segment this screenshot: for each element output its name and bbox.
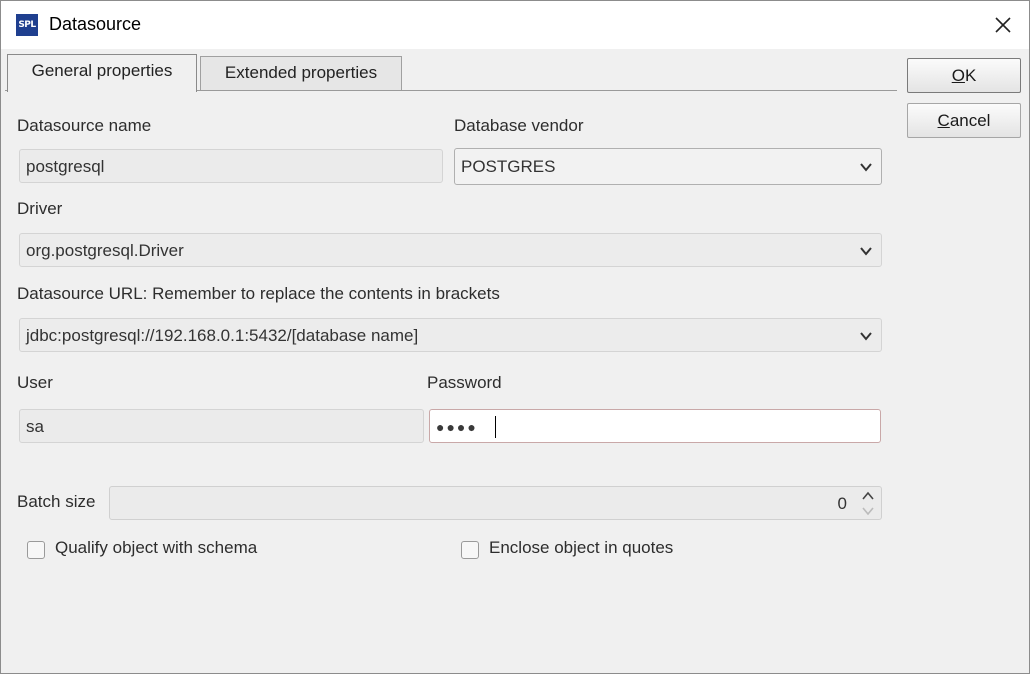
close-button[interactable] — [987, 9, 1019, 41]
password-label: Password — [427, 373, 502, 392]
chevron-down-icon — [860, 332, 872, 341]
database-vendor-value: POSTGRES — [461, 157, 556, 176]
ok-mnemonic: O — [951, 66, 965, 85]
datasource-url-select[interactable]: jdbc:postgresql://192.168.0.1:5432/[data… — [19, 318, 882, 352]
chevron-up-icon[interactable] — [859, 489, 877, 503]
driver-value: org.postgresql.Driver — [26, 241, 184, 260]
title-bar: SPL Datasource — [1, 1, 1029, 49]
password-field[interactable]: ●●●● — [429, 409, 881, 443]
user-label: User — [17, 373, 53, 392]
chevron-down-icon — [860, 163, 872, 172]
cancel-mnemonic: C — [937, 111, 950, 130]
close-icon — [995, 17, 1011, 33]
user-value: sa — [26, 417, 44, 436]
batch-size-value: 0 — [837, 494, 847, 513]
enclose-quotes-checkbox[interactable] — [461, 541, 479, 559]
driver-select[interactable]: org.postgresql.Driver — [19, 233, 882, 267]
driver-label: Driver — [17, 199, 63, 218]
batch-size-spinner[interactable]: 0 — [109, 486, 882, 520]
datasource-dialog: SPL Datasource General properties Extend… — [0, 0, 1030, 674]
cancel-button[interactable]: Cancel — [907, 103, 1021, 138]
password-masked-value: ●●●● — [436, 419, 478, 435]
cancel-label-rest: ancel — [949, 111, 991, 130]
database-vendor-select[interactable]: POSTGRES — [454, 148, 882, 185]
datasource-url-label: Datasource URL: Remember to replace the … — [17, 284, 500, 303]
ok-label-rest: K — [964, 66, 977, 85]
qualify-schema-checkbox[interactable] — [27, 541, 45, 559]
chevron-down-icon[interactable] — [859, 504, 877, 518]
datasource-name-value: postgresql — [26, 157, 105, 176]
tab-label: Extended properties — [224, 63, 378, 82]
enclose-quotes-label: Enclose object in quotes — [489, 538, 674, 557]
user-field[interactable]: sa — [19, 409, 424, 443]
tab-label: General properties — [31, 61, 173, 80]
tab-extended-properties[interactable]: Extended properties — [200, 56, 402, 90]
text-caret — [495, 416, 496, 438]
spl-app-icon: SPL — [16, 14, 38, 36]
window-title: Datasource — [49, 14, 142, 34]
chevron-down-icon — [860, 247, 872, 256]
datasource-name-field[interactable]: postgresql — [19, 149, 443, 183]
ok-button[interactable]: OK — [907, 58, 1021, 93]
tab-general-properties[interactable]: General properties — [7, 54, 197, 92]
datasource-name-label: Datasource name — [17, 116, 152, 135]
datasource-url-value: jdbc:postgresql://192.168.0.1:5432/[data… — [26, 326, 419, 345]
qualify-schema-label: Qualify object with schema — [55, 538, 258, 557]
database-vendor-label: Database vendor — [454, 116, 584, 135]
batch-size-label: Batch size — [17, 492, 96, 511]
